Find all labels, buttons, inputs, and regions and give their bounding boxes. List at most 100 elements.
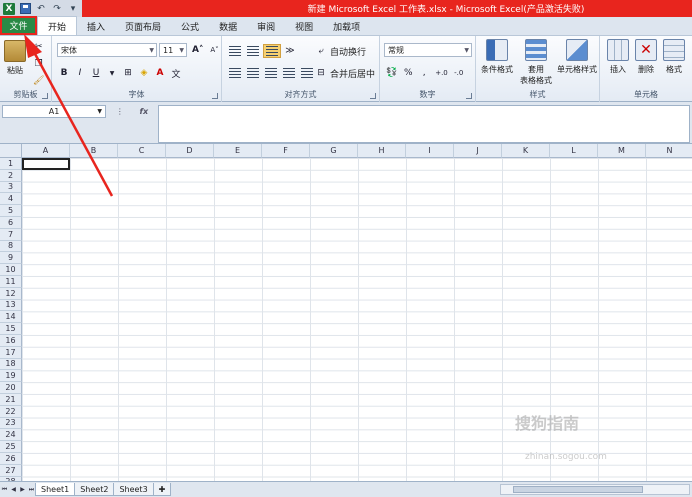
decrease-decimal-button[interactable]: -.0 [452,66,466,80]
conditional-format-button[interactable]: 条件格式 [478,39,516,75]
select-all-corner[interactable] [0,144,22,158]
align-bottom-icon[interactable] [263,44,281,58]
fill-color-icon[interactable]: ◈ [137,66,151,80]
tab-home[interactable]: 开始 [37,16,78,35]
next-sheet-icon[interactable]: ▶ [18,484,27,496]
wrap-text-button[interactable]: 自动换行 [330,45,366,58]
column-header[interactable]: I [406,144,454,158]
cell-styles-button[interactable]: 单元格样式 [554,39,600,75]
cell-area[interactable] [22,158,692,481]
column-header[interactable]: J [454,144,502,158]
row-header[interactable]: 2 [0,169,22,182]
column-header[interactable]: E [214,144,262,158]
row-header[interactable]: 12 [0,287,22,300]
tab-insert[interactable]: 插入 [77,17,115,35]
shrink-font-button[interactable]: A˅ [207,43,221,57]
prev-sheet-icon[interactable]: ◀ [9,484,18,496]
row-header[interactable]: 6 [0,217,22,229]
row-header[interactable]: 27 [0,464,22,477]
row-header[interactable]: 26 [0,453,22,465]
align-top-icon[interactable] [227,44,243,58]
column-header[interactable]: A [22,144,70,158]
selected-cell[interactable] [22,158,70,170]
copy-icon[interactable]: ❐ [32,57,46,71]
increase-indent-icon[interactable] [299,66,315,80]
row-header[interactable]: 1 [0,158,22,170]
currency-icon[interactable]: 💱 [384,66,399,80]
tab-page-layout[interactable]: 页面布局 [115,17,171,35]
column-header[interactable]: B [70,144,118,158]
sheet-tab-3[interactable]: Sheet3 [113,483,154,496]
tab-file[interactable]: 文件 [0,16,37,35]
insert-cells-button[interactable]: 插入 [604,39,632,75]
row-header[interactable]: 14 [0,311,22,324]
insert-function-button[interactable]: fx [140,107,149,116]
bold-button[interactable]: B [57,66,71,80]
row-header[interactable]: 5 [0,205,22,217]
formula-input[interactable] [158,105,690,143]
row-header[interactable]: 18 [0,358,22,371]
sheet-tab-1[interactable]: Sheet1 [35,483,76,496]
row-header[interactable]: 25 [0,441,22,453]
orientation-icon[interactable]: ≫ [283,44,297,58]
column-header[interactable]: D [166,144,214,158]
row-header[interactable]: 19 [0,370,22,383]
horizontal-scrollbar[interactable] [500,484,690,495]
column-header[interactable]: L [550,144,598,158]
format-painter-icon[interactable]: 🖌 [31,74,46,88]
column-header[interactable]: K [502,144,550,158]
column-header[interactable]: C [118,144,166,158]
underline-button[interactable]: U [89,66,103,80]
column-header[interactable]: H [358,144,406,158]
row-header[interactable]: 22 [0,405,22,418]
name-box[interactable]: A1 ▼ [2,105,106,118]
font-name-combo[interactable]: 宋体 ▼ [57,43,157,57]
font-color-icon[interactable]: A [153,66,167,80]
row-header[interactable]: 13 [0,299,22,312]
decrease-indent-icon[interactable] [281,66,297,80]
tab-view[interactable]: 视图 [285,17,323,35]
tab-formulas[interactable]: 公式 [171,17,209,35]
row-header[interactable]: 23 [0,417,22,430]
row-header[interactable]: 11 [0,276,22,288]
column-header[interactable]: F [262,144,310,158]
align-left-icon[interactable] [227,66,243,80]
align-middle-icon[interactable] [245,44,261,58]
merge-center-button[interactable]: 合并后居中 [330,67,375,80]
delete-cells-button[interactable]: ✕ 删除 [632,39,660,75]
row-header[interactable]: 3 [0,181,22,194]
row-header[interactable]: 10 [0,264,22,276]
row-header[interactable]: 17 [0,346,22,359]
tab-review[interactable]: 审阅 [247,17,285,35]
row-header[interactable]: 20 [0,382,22,394]
row-header[interactable]: 16 [0,335,22,347]
column-header[interactable]: G [310,144,358,158]
number-launcher-icon[interactable] [466,93,472,99]
grow-font-button[interactable]: A˄ [190,43,205,57]
column-header[interactable]: M [598,144,646,158]
format-as-table-button[interactable]: 套用 表格格式 [516,39,556,86]
row-header[interactable]: 4 [0,193,22,206]
align-center-icon[interactable] [245,66,261,80]
row-header[interactable]: 7 [0,228,22,241]
row-header[interactable]: 9 [0,252,22,265]
align-right-icon[interactable] [263,66,279,80]
number-format-combo[interactable]: 常规 ▼ [384,43,472,57]
chevron-down-icon[interactable]: ▼ [105,66,119,80]
scroll-thumb[interactable] [513,486,643,493]
font-size-combo[interactable]: 11 ▼ [159,43,187,57]
border-icon[interactable]: ⊞ [121,66,135,80]
row-header[interactable]: 8 [0,240,22,253]
format-cells-button[interactable]: 格式 [660,39,688,75]
first-sheet-icon[interactable]: ⏮ [0,484,9,496]
column-header[interactable]: N [646,144,692,158]
font-launcher-icon[interactable] [212,93,218,99]
new-sheet-icon[interactable]: ✚ [152,483,172,496]
paste-button[interactable]: 粘贴 [4,40,26,76]
tab-data[interactable]: 数据 [209,17,247,35]
row-header[interactable]: 24 [0,429,22,442]
sheet-tab-2[interactable]: Sheet2 [74,483,115,496]
row-header[interactable]: 21 [0,394,22,406]
percent-button[interactable]: % [401,66,415,80]
clipboard-launcher-icon[interactable] [42,93,48,99]
